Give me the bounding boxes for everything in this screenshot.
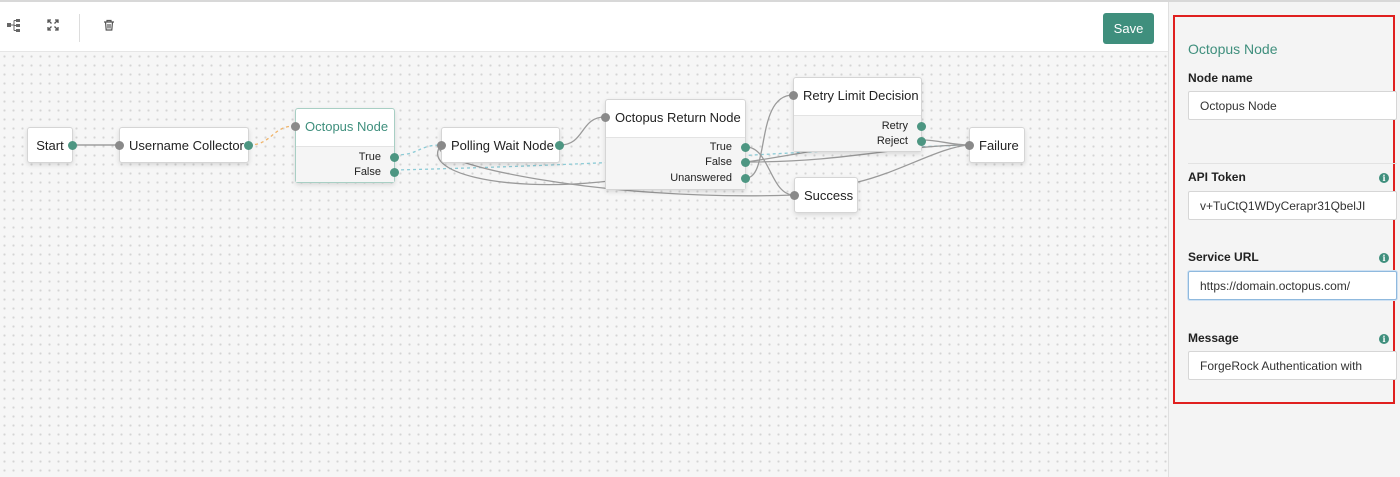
node-title: Start xyxy=(36,138,64,153)
link-return-true-success xyxy=(745,146,795,196)
field-label-node-name: Node name xyxy=(1188,71,1253,85)
outcome-label-reject: Reject xyxy=(876,135,908,147)
info-icon[interactable]: i xyxy=(1379,334,1389,344)
node-retry-limit[interactable]: Retry Limit Decision Retry Reject xyxy=(789,77,926,152)
outcome-label-false: False xyxy=(705,156,732,168)
node-failure[interactable]: Failure xyxy=(965,127,1025,163)
input-port[interactable] xyxy=(790,191,799,200)
node-title: Success xyxy=(804,188,854,203)
output-port[interactable] xyxy=(68,141,77,150)
info-icon[interactable]: i xyxy=(1379,253,1389,263)
input-port[interactable] xyxy=(291,122,300,131)
outcome-label-retry: Retry xyxy=(881,120,908,132)
input-port[interactable] xyxy=(437,141,446,150)
output-port[interactable] xyxy=(244,141,253,150)
field-label-api-token: API Token xyxy=(1188,170,1246,184)
field-label-message: Message xyxy=(1188,331,1239,345)
node-outcomes: Retry Reject xyxy=(794,115,926,151)
panel-title: Octopus Node xyxy=(1188,41,1278,57)
input-port[interactable] xyxy=(601,113,610,122)
node-outcomes: True False xyxy=(296,146,399,182)
output-port-true[interactable] xyxy=(390,153,399,162)
output-port-reject[interactable] xyxy=(917,137,926,146)
service-url-input[interactable] xyxy=(1188,271,1397,300)
input-port[interactable] xyxy=(789,91,798,100)
link-return-unanswered-retry xyxy=(745,94,794,179)
info-icon[interactable]: i xyxy=(1379,173,1389,183)
outcome-label-true: True xyxy=(709,141,732,153)
connection-layer xyxy=(73,94,970,197)
outcome-label-true: True xyxy=(358,151,381,163)
node-title: Retry Limit Decision xyxy=(803,88,919,103)
output-port-false[interactable] xyxy=(390,168,399,177)
api-token-input[interactable] xyxy=(1188,191,1397,220)
fullscreen-icon[interactable] xyxy=(44,18,62,36)
outcome-label-false: False xyxy=(354,166,381,178)
tree-designer: Save Start Username Collector Octopus No… xyxy=(0,0,1400,477)
field-label-service-url: Service URL xyxy=(1188,250,1259,264)
output-port-retry[interactable] xyxy=(917,122,926,131)
link-reject-failure xyxy=(921,139,970,146)
node-title: Polling Wait Node xyxy=(451,138,554,153)
node-name-input[interactable] xyxy=(1188,91,1397,120)
node-title: Octopus Node xyxy=(305,119,389,134)
save-button[interactable]: Save xyxy=(1103,13,1154,44)
node-octopus-return[interactable]: Octopus Return Node True False Unanswere… xyxy=(601,99,750,190)
node-title: Octopus Return Node xyxy=(615,110,741,125)
toolbar-divider xyxy=(79,14,80,42)
output-port-unanswered[interactable] xyxy=(741,174,750,183)
outcome-label-unanswered: Unanswered xyxy=(670,172,732,184)
node-title: Username Collector xyxy=(129,138,244,153)
node-username-collector[interactable]: Username Collector xyxy=(115,127,253,163)
output-port-false[interactable] xyxy=(741,158,750,167)
node-start[interactable]: Start xyxy=(27,127,77,163)
output-port-true[interactable] xyxy=(741,143,750,152)
node-title: Failure xyxy=(979,138,1019,153)
highlight-box: Octopus Node Node name API Token i Servi… xyxy=(1173,15,1397,404)
link-username-octopus xyxy=(248,125,296,146)
tree-canvas[interactable]: Start Username Collector Octopus Node Tr… xyxy=(0,52,1168,477)
toolbar: Save xyxy=(0,2,1168,52)
output-port[interactable] xyxy=(555,141,564,150)
tree-layout-icon[interactable] xyxy=(5,18,23,36)
link-polling-return xyxy=(559,116,606,146)
properties-panel: Octopus Node Node name API Token i Servi… xyxy=(1168,2,1400,477)
input-port[interactable] xyxy=(115,141,124,150)
message-input[interactable] xyxy=(1188,351,1397,380)
node-octopus[interactable]: Octopus Node True False xyxy=(291,108,399,183)
link-octopus-true-polling xyxy=(394,144,442,156)
node-outcomes: True False Unanswered xyxy=(606,137,750,189)
node-polling-wait[interactable]: Polling Wait Node xyxy=(437,127,564,163)
input-port[interactable] xyxy=(965,141,974,150)
node-success[interactable]: Success xyxy=(790,177,858,213)
panel-divider xyxy=(1188,163,1397,164)
trash-icon[interactable] xyxy=(100,18,118,36)
